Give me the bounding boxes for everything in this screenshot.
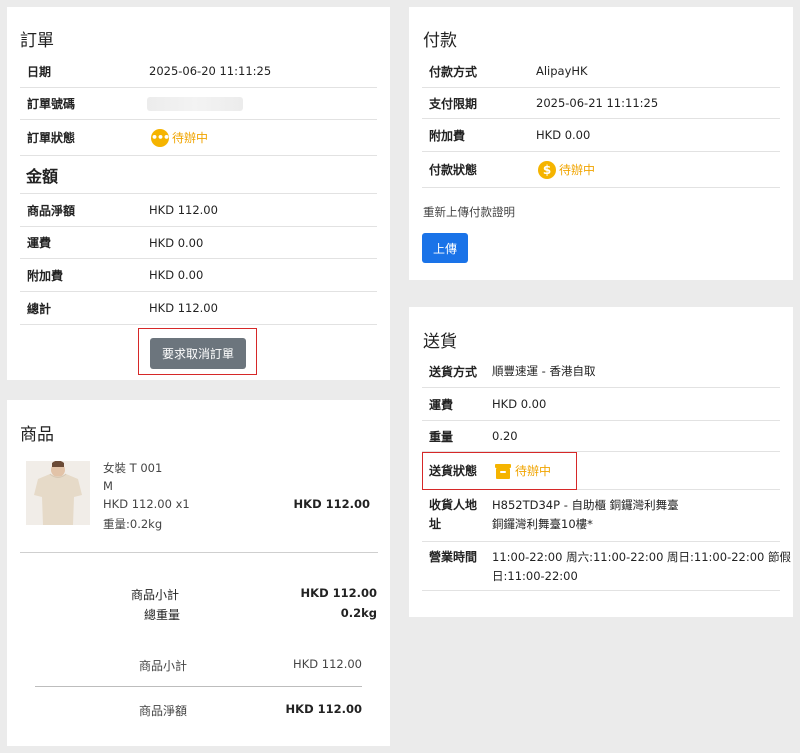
amount-net-value: HKD 112.00	[149, 203, 218, 217]
order-date-row: 日期 2025-06-20 11:11:25	[20, 55, 377, 88]
delivery-status-highlight-box	[422, 452, 577, 490]
summary-subtotal-label: 商品小計	[131, 588, 180, 602]
amount-net-label: 商品淨額	[27, 203, 76, 218]
delivery-method-label: 送貨方式	[429, 364, 478, 379]
summary-subtotal-value: HKD 112.00	[300, 586, 377, 600]
payment-deadline-value: 2025-06-21 11:11:25	[536, 96, 659, 110]
upload-button[interactable]: 上傳	[422, 233, 468, 263]
payment-method-value: AlipayHK	[536, 64, 588, 78]
footer-subtotal-label: 商品小計	[139, 659, 188, 673]
payment-card: 付款 付款方式 AlipayHK 支付限期 2025-06-21 11:11:2…	[409, 7, 793, 280]
amount-total-label: 總計	[27, 301, 52, 316]
amount-surcharge-value: HKD 0.00	[149, 268, 204, 282]
delivery-address-line-1: H852TD34P - 自助櫃 銅鑼灣利舞臺	[492, 498, 679, 512]
reupload-text: 重新上傳付款證明	[423, 205, 515, 219]
product-name[interactable]: 女裝 T 001	[103, 460, 162, 476]
amount-total-value: HKD 112.00	[149, 301, 218, 315]
order-number-row: 訂單號碼	[20, 88, 377, 120]
delivery-hours-row: 營業時間 11:00-22:00 周六:11:00-22:00 周日:11:00…	[422, 542, 791, 591]
order-date-value: 2025-06-20 11:11:25	[149, 64, 272, 78]
delivery-hours-line-2: 日:11:00-22:00	[492, 569, 578, 583]
products-title: 商品	[20, 425, 54, 445]
delivery-fee-row: 運費 HKD 0.00	[422, 388, 780, 421]
payment-title: 付款	[423, 31, 457, 51]
amount-shipping-value: HKD 0.00	[149, 235, 204, 250]
order-status-text: 待辦中	[172, 131, 209, 145]
delivery-method-value: 順豐速運 - 香港自取	[492, 364, 596, 378]
delivery-weight-row: 重量 0.20	[422, 421, 780, 452]
footer-divider	[35, 686, 362, 687]
cancel-order-button[interactable]: 要求取消訂單	[150, 338, 247, 369]
tshirt-image	[26, 461, 90, 525]
amount-shipping-label: 運費	[27, 236, 52, 250]
amount-surcharge-label: 附加費	[27, 268, 64, 283]
delivery-fee-label: 運費	[429, 397, 454, 412]
amount-net-row: 商品淨額 HKD 112.00	[20, 194, 377, 227]
order-status-row: 訂單狀態 ••• 待辦中	[20, 120, 377, 156]
delivery-hours-value: 11:00-22:00 周六:11:00-22:00 周日:11:00-22:0…	[492, 548, 791, 586]
order-number-redacted	[147, 96, 243, 111]
payment-surcharge-label: 附加費	[429, 128, 466, 143]
product-price-qty: HKD 112.00 x1	[103, 497, 190, 511]
payment-status-badge: $ 待辦中	[538, 160, 596, 179]
products-divider	[20, 552, 378, 553]
order-number-label: 訂單號碼	[27, 97, 76, 111]
payment-surcharge-row: 附加費 HKD 0.00	[422, 119, 780, 152]
products-card: 商品 女裝 T 001 M HKD 112.00 x1 重量:0.2kg HKD…	[7, 400, 390, 746]
order-card: 訂單 日期 2025-06-20 11:11:25 訂單號碼 訂單狀態 ••• …	[7, 7, 390, 380]
delivery-address-value: H852TD34P - 自助櫃 銅鑼灣利舞臺 銅鑼灣利舞臺10樓*	[492, 496, 679, 534]
delivery-hours-line-1: 11:00-22:00 周六:11:00-22:00 周日:11:00-22:0…	[492, 550, 792, 564]
order-status-badge: ••• 待辦中	[151, 128, 209, 147]
payment-method-label: 付款方式	[429, 64, 478, 79]
product-line-total: HKD 112.00	[293, 497, 370, 511]
product-thumbnail[interactable]	[26, 461, 90, 525]
amount-total-row: 總計 HKD 112.00	[20, 292, 377, 325]
dollar-coin-icon: $	[538, 160, 556, 179]
delivery-method-row: 送貨方式 順豐速運 - 香港自取	[422, 355, 780, 388]
amount-title: 金額	[26, 166, 59, 186]
order-date-label: 日期	[27, 64, 52, 79]
footer-net-label: 商品淨額	[139, 704, 188, 718]
delivery-card: 送貨 送貨方式 順豐速運 - 香港自取 運費 HKD 0.00 重量 0.20 …	[409, 307, 793, 617]
delivery-title: 送貨	[423, 332, 457, 352]
delivery-address-label-line-1: 收貨人地	[429, 498, 478, 512]
delivery-address-row: 收貨人地 址 H852TD34P - 自助櫃 銅鑼灣利舞臺 銅鑼灣利舞臺10樓*	[422, 490, 780, 542]
payment-status-text: 待辦中	[559, 163, 596, 177]
amount-shipping-row: 運費 HKD 0.00	[20, 227, 377, 259]
product-size: M	[103, 479, 113, 493]
amount-title-row: 金額	[20, 156, 377, 194]
delivery-address-label: 收貨人地 址	[429, 496, 477, 534]
order-title: 訂單	[20, 31, 54, 51]
amount-surcharge-row: 附加費 HKD 0.00	[20, 259, 377, 292]
payment-status-label: 付款狀態	[429, 163, 478, 177]
footer-net-value: HKD 112.00	[285, 702, 362, 716]
order-status-label: 訂單狀態	[27, 131, 76, 145]
payment-method-row: 付款方式 AlipayHK	[422, 55, 780, 88]
delivery-weight-value: 0.20	[492, 429, 518, 443]
payment-status-row: 付款狀態 $ 待辦中	[422, 152, 780, 188]
delivery-address-line-2: 銅鑼灣利舞臺10樓*	[492, 517, 593, 531]
payment-surcharge-value: HKD 0.00	[536, 128, 591, 142]
summary-weight-label: 總重量	[144, 608, 181, 622]
ellipsis-icon: •••	[151, 128, 170, 147]
payment-deadline-row: 支付限期 2025-06-21 11:11:25	[422, 88, 780, 119]
delivery-weight-label: 重量	[429, 429, 454, 444]
delivery-fee-value: HKD 0.00	[492, 397, 547, 411]
delivery-hours-label: 營業時間	[429, 550, 478, 564]
payment-deadline-label: 支付限期	[429, 96, 478, 111]
delivery-address-label-line-2: 址	[429, 517, 442, 531]
footer-subtotal-value: HKD 112.00	[293, 657, 362, 671]
summary-weight-value: 0.2kg	[340, 606, 377, 620]
product-weight: 重量:0.2kg	[103, 517, 163, 531]
